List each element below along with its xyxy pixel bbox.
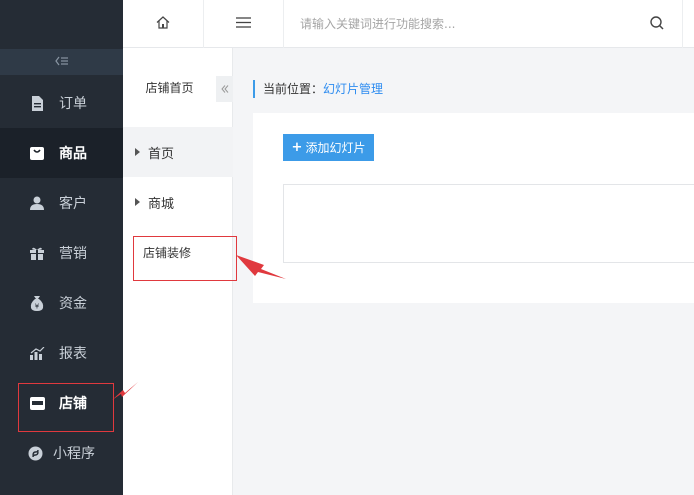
caret-right-icon	[135, 148, 140, 156]
subnav-title: 店铺首页	[145, 81, 194, 95]
search-input[interactable]	[300, 12, 640, 36]
breadcrumb-prefix: 当前位置：	[263, 82, 324, 96]
sidebar-item-label: 商品	[59, 146, 87, 162]
content-panel: + 添加幻灯片	[253, 113, 694, 303]
sidebar-item-label: 资金	[59, 296, 87, 312]
bag-icon	[29, 145, 45, 161]
subnav-item-home[interactable]: 首页	[123, 127, 233, 177]
gift-icon	[29, 245, 45, 261]
mini-program-icon	[27, 445, 43, 461]
sidebar-item-label: 客户	[59, 196, 87, 212]
subnav-item-mall[interactable]: 商城	[123, 177, 233, 227]
add-slide-button[interactable]: + 添加幻灯片	[283, 134, 374, 161]
sidebar-item-label: 订单	[59, 96, 87, 112]
sidebar-item-reports[interactable]: 报表	[0, 328, 123, 378]
annotation-arrow-icon	[236, 255, 286, 279]
subnav-item-label: 首页	[148, 146, 175, 162]
bar-chart-icon	[29, 345, 45, 361]
top-header	[123, 0, 694, 48]
sidebar-item-mini-program[interactable]: 小程序	[0, 428, 123, 478]
sidebar-item-products[interactable]: 商品	[0, 128, 123, 178]
slide-list-area	[283, 184, 694, 263]
hamburger-icon	[236, 16, 251, 32]
sidebar-item-marketing[interactable]: 营销	[0, 228, 123, 278]
search-bar	[284, 0, 683, 48]
annotation-box-decoration	[133, 236, 237, 281]
plus-icon: +	[291, 140, 303, 155]
sidebar-item-customers[interactable]: 客户	[0, 178, 123, 228]
home-icon	[156, 15, 170, 33]
sidebar-item-orders[interactable]: 订单	[0, 78, 123, 128]
sidebar-item-label: 小程序	[53, 446, 95, 462]
money-bag-icon: ¥	[29, 295, 45, 311]
sidebar-item-label: 报表	[59, 346, 87, 362]
subnav-collapse-button[interactable]	[216, 76, 233, 102]
home-button[interactable]	[123, 0, 204, 48]
logo-area	[0, 0, 123, 49]
document-icon	[29, 95, 45, 111]
svg-text:¥: ¥	[35, 302, 40, 310]
user-icon	[29, 195, 45, 211]
subnav-item-label: 商城	[148, 196, 175, 212]
sidebar-collapse-toggle[interactable]	[0, 49, 123, 75]
double-chevron-left-icon	[220, 83, 229, 96]
breadcrumb-current[interactable]: 幻灯片管理	[323, 82, 383, 96]
annotation-arrow-icon	[112, 382, 138, 400]
annotation-box-store	[18, 383, 114, 432]
sidebar-item-label: 营销	[59, 246, 87, 262]
menu-toggle-button[interactable]	[204, 0, 284, 48]
collapse-icon	[54, 56, 69, 69]
breadcrumb: 当前位置：幻灯片管理	[253, 80, 383, 98]
add-slide-label: 添加幻灯片	[305, 141, 366, 155]
search-icon[interactable]	[650, 16, 664, 34]
caret-right-icon	[135, 198, 140, 206]
sidebar-item-funds[interactable]: ¥ 资金	[0, 278, 123, 328]
